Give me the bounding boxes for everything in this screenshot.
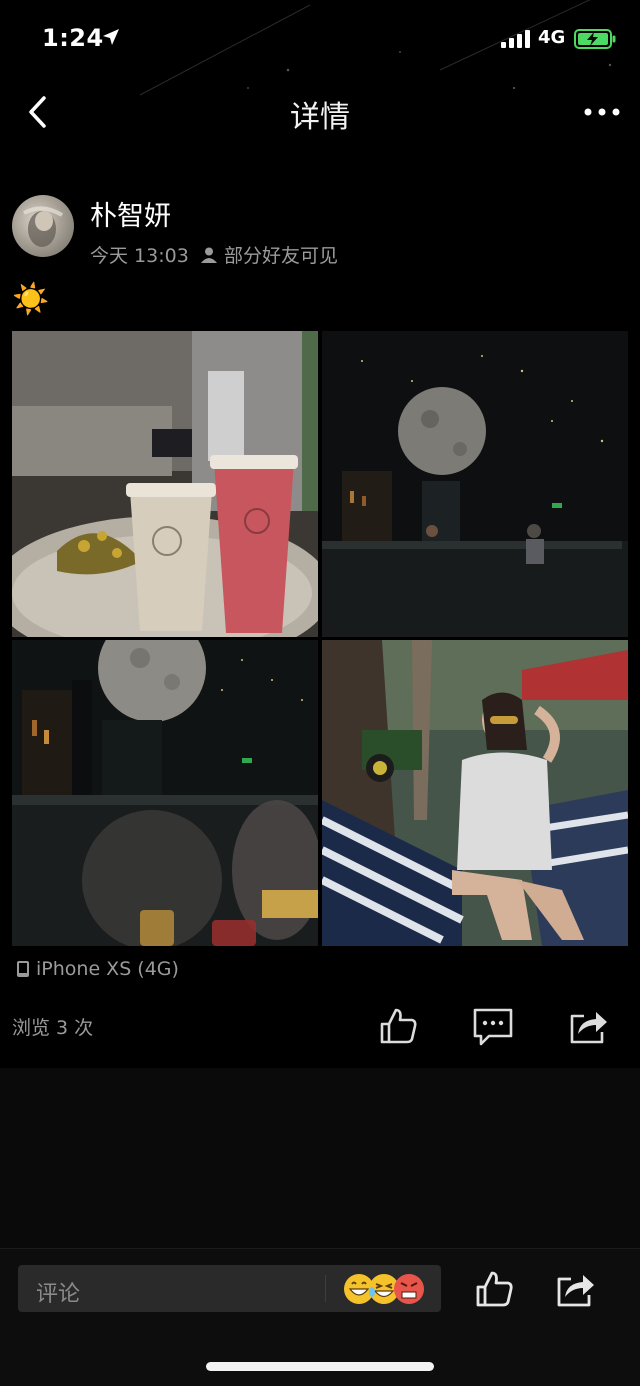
photo-drinks[interactable] <box>12 331 318 637</box>
nav-bar: 详情 <box>0 80 640 144</box>
network-type: 4G <box>538 27 566 48</box>
more-dots-icon[interactable] <box>580 94 624 130</box>
post-header: 朴智妍 今天 13:03 部分好友可见 <box>0 190 640 270</box>
battery-charging-icon <box>574 29 616 49</box>
comment-button[interactable] <box>471 1004 515 1048</box>
photo-beach[interactable] <box>322 640 628 946</box>
thumbs-up-icon <box>476 1271 513 1307</box>
author-name[interactable]: 朴智妍 <box>90 194 171 233</box>
comment-icon <box>473 1008 513 1046</box>
post-text: ☀️ <box>12 282 50 317</box>
visibility-label: 部分好友可见 <box>200 241 338 268</box>
location-arrow-icon <box>103 29 119 45</box>
bottom-comment-bar: 评论 <box>0 1248 640 1386</box>
like-button[interactable] <box>376 1004 420 1048</box>
page-title: 详情 <box>290 100 350 135</box>
visibility-text: 部分好友可见 <box>224 245 339 267</box>
beach-woman-photo <box>322 640 628 946</box>
moon-bar-photo <box>322 331 628 637</box>
post-time: 今天 13:03 <box>90 245 189 267</box>
empty-comments-area <box>0 1068 640 1248</box>
photo-moon-bar[interactable] <box>322 331 628 637</box>
home-indicator[interactable] <box>206 1362 434 1371</box>
device-name: iPhone XS (4G) <box>36 958 179 980</box>
phone-icon <box>17 961 29 977</box>
emoji-button[interactable] <box>342 1272 426 1306</box>
view-count: 浏览 3 次 <box>12 1017 94 1039</box>
photo-moon-bar-people[interactable] <box>12 640 318 946</box>
thumbs-up-icon <box>380 1008 417 1044</box>
signal-icon <box>501 30 530 48</box>
moon-bar-people-photo <box>12 640 318 946</box>
comment-placeholder: 评论 <box>36 1282 81 1307</box>
comment-input[interactable]: 评论 <box>18 1265 441 1312</box>
status-bar: 1:24 4G <box>0 0 640 80</box>
device-source: iPhone XS (4G) <box>16 958 179 980</box>
share-icon <box>557 1275 594 1307</box>
avatar[interactable] <box>12 195 74 257</box>
emoji-divider <box>325 1275 326 1302</box>
emoji-faces-icon <box>344 1274 424 1304</box>
drinks-on-table-photo <box>12 331 318 637</box>
share-button[interactable] <box>566 1004 610 1048</box>
status-time: 1:24 <box>42 24 104 52</box>
person-icon <box>201 247 217 263</box>
photo-grid <box>12 331 628 946</box>
share-icon <box>570 1012 607 1044</box>
bottom-like-button[interactable] <box>472 1267 516 1311</box>
bottom-share-button[interactable] <box>553 1267 597 1311</box>
